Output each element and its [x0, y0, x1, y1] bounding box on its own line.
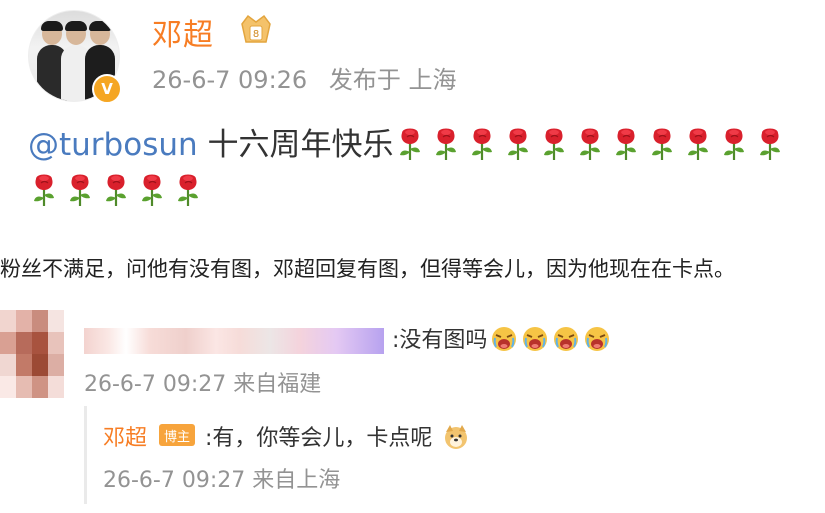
svg-text:8: 8	[253, 29, 259, 40]
avatar-pixel	[0, 332, 16, 354]
crown-vip-badge-icon[interactable]: 8	[236, 12, 276, 46]
avatar-pixel	[0, 376, 16, 398]
avatar-pixel	[32, 354, 48, 376]
comment-text: :没有图吗	[392, 322, 611, 354]
avatar-pixel	[32, 310, 48, 332]
rose-emoji-icon	[100, 171, 133, 207]
comment-thread: :没有图吗 26-6-7 09:27 来自福建 邓超 博主 :有，你等会儿，卡点…	[0, 298, 825, 513]
commenter-name-blurred[interactable]	[84, 328, 384, 354]
rose-emoji-icon	[754, 125, 787, 161]
article-caption: 粉丝不满足，问他有没有图，邓超回复有图，但得等会儿，因为他现在在卡点。	[0, 257, 735, 281]
rose-emoji-icon	[172, 171, 205, 207]
commenter-avatar-blurred[interactable]	[0, 310, 64, 398]
avatar-pixel	[48, 310, 64, 332]
weibo-post: V 邓超 8 26-6-7 09:26 发布于 上海 @turbosun 十六周…	[0, 0, 825, 228]
verified-badge-icon: V	[92, 74, 122, 104]
avatar-pixel	[48, 376, 64, 398]
avatar-pixel	[16, 354, 32, 376]
reply-location: 来自上海	[252, 468, 341, 493]
avatar-pixel	[48, 354, 64, 376]
comment-location: 来自福建	[233, 372, 322, 397]
avatar-pixel	[48, 332, 64, 354]
avatar-pixel	[32, 376, 48, 398]
avatar-pixel	[16, 332, 32, 354]
reply-body: :有，你等会儿，卡点呢	[205, 426, 433, 451]
comment-meta: 26-6-7 09:27 来自福建	[84, 366, 321, 398]
crying-emoji-icon	[583, 325, 611, 353]
crying-emoji-row	[487, 325, 611, 353]
rose-emoji-icon	[466, 125, 499, 161]
rose-emoji-icon	[574, 125, 607, 161]
author-name[interactable]: 邓超	[152, 10, 214, 54]
mention-link[interactable]: @turbosun	[28, 127, 198, 163]
doge-emoji-icon	[445, 425, 468, 449]
avatar-pixel	[16, 310, 32, 332]
avatar-pixel	[16, 376, 32, 398]
rose-emoji-icon	[28, 171, 61, 207]
rose-emoji-icon	[610, 125, 643, 161]
rose-emoji-icon	[136, 171, 169, 207]
crying-emoji-icon	[521, 325, 549, 353]
reply-meta: 26-6-7 09:27 来自上海	[103, 462, 340, 494]
post-location: 发布于 上海	[328, 66, 457, 94]
rose-emoji-icon	[538, 125, 571, 161]
reply-timestamp: 26-6-7 09:27	[103, 468, 246, 493]
avatar-pixel	[0, 354, 16, 376]
avatar-pixel	[0, 310, 16, 332]
rose-emoji-icon	[682, 125, 715, 161]
rose-emoji-icon	[646, 125, 679, 161]
rose-emoji-icon	[430, 125, 463, 161]
rose-emoji-icon	[718, 125, 751, 161]
host-badge: 博主	[159, 424, 195, 446]
post-content: @turbosun 十六周年快乐	[28, 122, 808, 214]
comment-timestamp: 26-6-7 09:27	[84, 372, 227, 397]
reply-item: 邓超 博主 :有，你等会儿，卡点呢 26-6-7 09:27 来自上海	[84, 406, 825, 504]
comment-body: :没有图吗	[392, 328, 488, 353]
post-meta: 26-6-7 09:26 发布于 上海	[152, 60, 470, 95]
reply-text: :有，你等会儿，卡点呢	[205, 420, 470, 452]
rose-emoji-icon	[394, 125, 427, 161]
post-timestamp[interactable]: 26-6-7 09:26	[152, 66, 307, 94]
reply-author-name[interactable]: 邓超	[103, 420, 147, 452]
rose-emoji-icon	[64, 171, 97, 207]
avatar-pixel	[32, 332, 48, 354]
crying-emoji-icon	[490, 325, 518, 353]
rose-emoji-icon	[502, 125, 535, 161]
author-avatar[interactable]: V	[28, 10, 124, 106]
post-text: 十六周年快乐	[197, 127, 394, 163]
crying-emoji-icon	[552, 325, 580, 353]
